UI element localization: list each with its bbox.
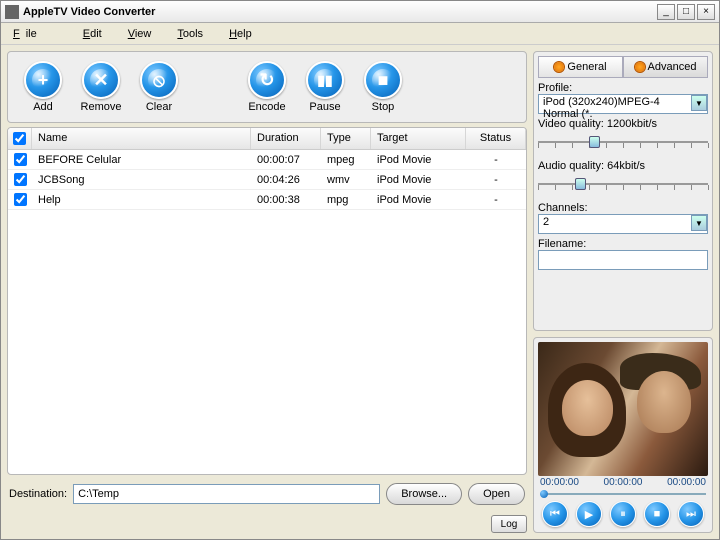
cell-duration: 00:00:38 (251, 192, 321, 208)
maximize-button[interactable]: □ (677, 4, 695, 20)
col-type[interactable]: Type (321, 128, 371, 149)
col-status[interactable]: Status (466, 128, 526, 149)
destination-bar: Destination: Browse... Open (7, 479, 527, 509)
encode-icon: ↻ (250, 63, 284, 97)
menu-help[interactable]: Help (223, 28, 272, 40)
cell-name: JCBSong (32, 172, 251, 188)
col-target[interactable]: Target (371, 128, 466, 149)
window-title: AppleTV Video Converter (23, 6, 657, 18)
play-button[interactable]: ▶ (576, 501, 602, 527)
close-button[interactable]: × (697, 4, 715, 20)
cell-duration: 00:00:07 (251, 152, 321, 168)
encode-button[interactable]: ↻Encode (238, 61, 296, 113)
pause-icon: ▮▮ (308, 63, 342, 97)
x-icon: ✕ (84, 63, 118, 97)
menu-file[interactable]: File (7, 28, 77, 40)
preview-slider[interactable] (540, 489, 706, 499)
table-row[interactable]: Help00:00:38mpgiPod Movie- (8, 190, 526, 210)
cell-target: iPod Movie (371, 152, 466, 168)
browse-button[interactable]: Browse... (386, 483, 462, 505)
stop-icon: ■ (366, 63, 400, 97)
preview-image (538, 342, 708, 476)
gear-icon (635, 62, 645, 72)
destination-input[interactable] (73, 484, 380, 504)
toolbar: +Add ✕Remove ⦸Clear ↻Encode ▮▮Pause ■Sto… (7, 51, 527, 123)
minimize-button[interactable]: _ (657, 4, 675, 20)
menu-edit[interactable]: Edit (77, 28, 122, 40)
log-button[interactable]: Log (491, 515, 527, 533)
stop-button[interactable]: ■Stop (354, 61, 412, 113)
menu-view[interactable]: View (122, 28, 172, 40)
cell-target: iPod Movie (371, 172, 466, 188)
select-all-checkbox[interactable] (13, 132, 26, 145)
filename-input[interactable] (538, 250, 708, 270)
dropdown-arrow-icon[interactable]: ▼ (691, 215, 707, 231)
cell-type: wmv (321, 172, 371, 188)
clear-button[interactable]: ⦸Clear (130, 61, 188, 113)
remove-button[interactable]: ✕Remove (72, 61, 130, 113)
filename-label: Filename: (538, 238, 708, 250)
dropdown-arrow-icon[interactable]: ▼ (691, 95, 707, 111)
next-button[interactable]: ⏭ (678, 501, 704, 527)
cell-status: - (466, 172, 526, 188)
table-row[interactable]: BEFORE Celular00:00:07mpegiPod Movie- (8, 150, 526, 170)
cell-target: iPod Movie (371, 192, 466, 208)
prev-button[interactable]: ⏮ (542, 501, 568, 527)
stop-icon: ■ (654, 508, 661, 520)
gear-icon (554, 62, 564, 72)
pause-icon: ⏸ (620, 508, 626, 521)
app-icon (5, 5, 19, 19)
clear-icon: ⦸ (142, 63, 176, 97)
player-pause-button[interactable]: ⏸ (610, 501, 636, 527)
add-button[interactable]: +Add (14, 61, 72, 113)
cell-status: - (466, 152, 526, 168)
channels-label: Channels: (538, 202, 708, 214)
cell-type: mpg (321, 192, 371, 208)
tab-general[interactable]: General (538, 56, 623, 78)
menubar: File Edit View Tools Help (1, 23, 719, 45)
cell-name: BEFORE Celular (32, 152, 251, 168)
cell-status: - (466, 192, 526, 208)
prev-icon: ⏮ (550, 508, 560, 521)
audio-quality-label: Audio quality: 64kbit/s (538, 160, 708, 172)
cell-duration: 00:04:26 (251, 172, 321, 188)
menu-tools[interactable]: Tools (171, 28, 223, 40)
titlebar: AppleTV Video Converter _ □ × (1, 1, 719, 23)
player-stop-button[interactable]: ■ (644, 501, 670, 527)
col-name[interactable]: Name (32, 128, 251, 149)
plus-icon: + (26, 63, 60, 97)
cell-type: mpeg (321, 152, 371, 168)
time-mid: 00:00:00 (604, 477, 643, 488)
row-checkbox[interactable] (14, 153, 27, 166)
cell-name: Help (32, 192, 251, 208)
play-icon: ▶ (585, 508, 593, 521)
channels-select[interactable]: 2 (538, 214, 708, 234)
tab-advanced[interactable]: Advanced (623, 56, 708, 78)
time-end: 00:00:00 (667, 477, 706, 488)
audio-quality-slider[interactable] (538, 176, 708, 192)
pause-button[interactable]: ▮▮Pause (296, 61, 354, 113)
file-table: Name Duration Type Target Status BEFORE … (7, 127, 527, 475)
open-button[interactable]: Open (468, 483, 525, 505)
profile-label: Profile: (538, 82, 708, 94)
row-checkbox[interactable] (14, 173, 27, 186)
destination-label: Destination: (9, 488, 67, 500)
row-checkbox[interactable] (14, 193, 27, 206)
col-duration[interactable]: Duration (251, 128, 321, 149)
table-row[interactable]: JCBSong00:04:26wmviPod Movie- (8, 170, 526, 190)
time-start: 00:00:00 (540, 477, 579, 488)
video-quality-slider[interactable] (538, 134, 708, 150)
next-icon: ⏭ (686, 508, 696, 521)
profile-select[interactable]: iPod (320x240)MPEG-4 Normal (*. (538, 94, 708, 114)
